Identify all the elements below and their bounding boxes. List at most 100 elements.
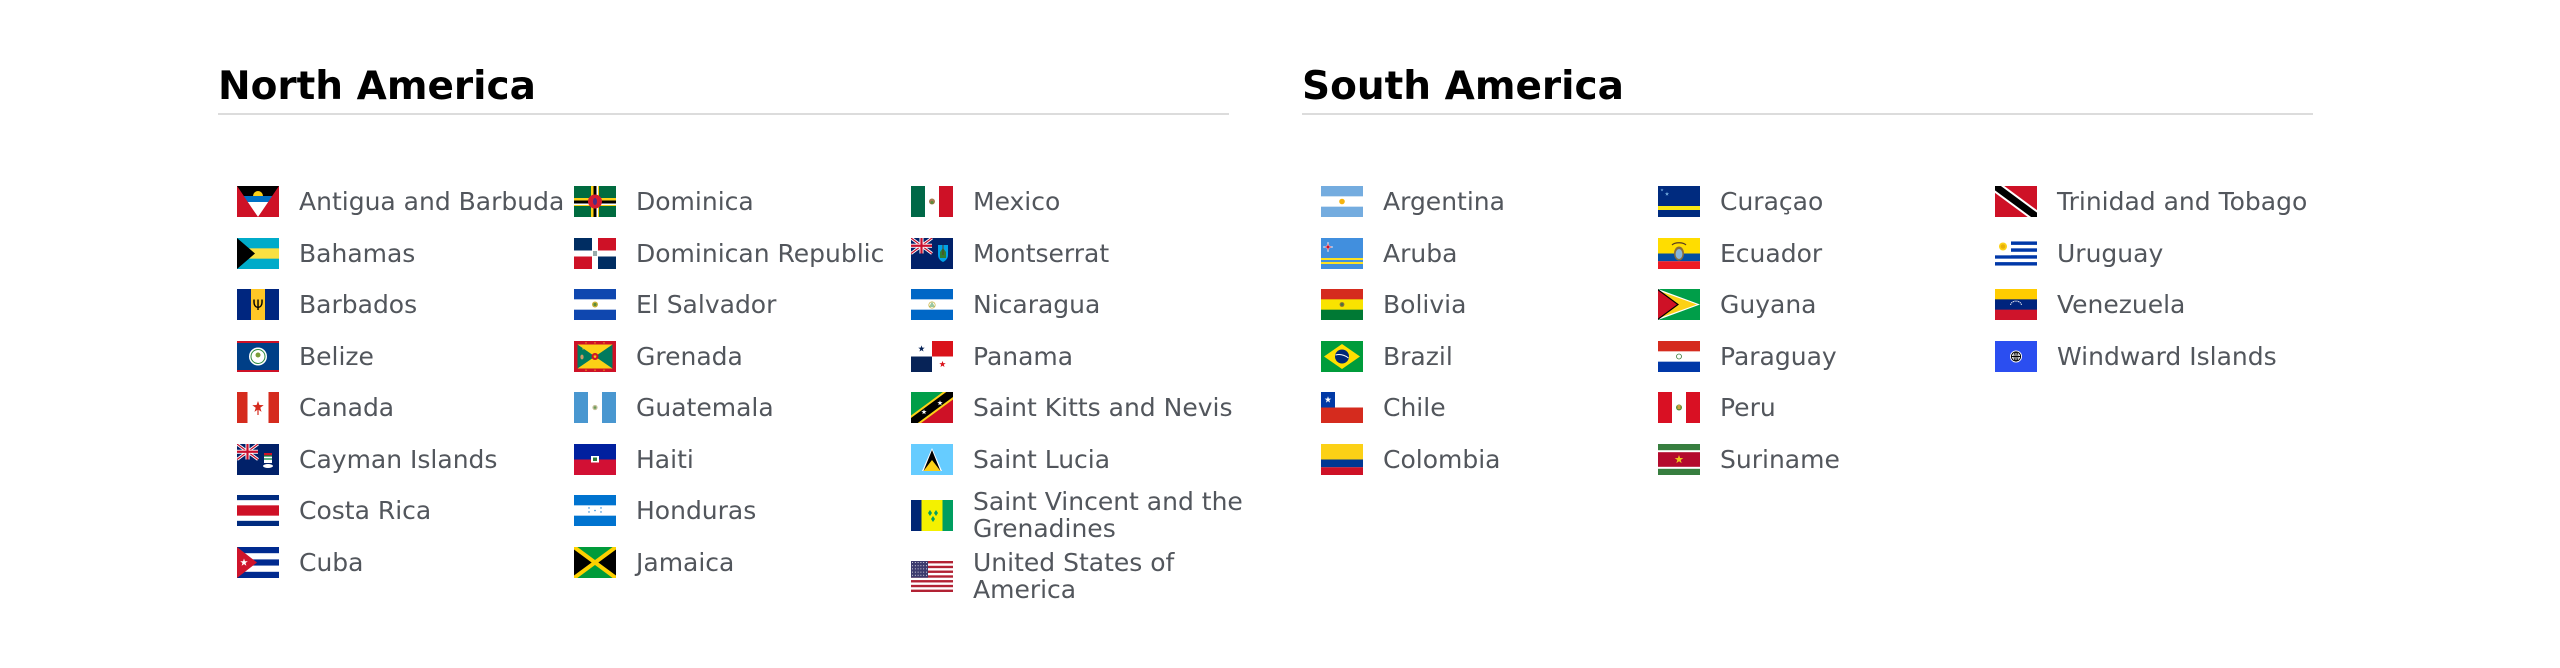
flag-jamaica-icon	[574, 546, 616, 578]
country-columns: Antigua and Barbuda Bahamas Ψ Barbados Beliz…	[237, 176, 1248, 603]
country-item[interactable]: Saint Lucia	[911, 434, 1248, 486]
country-item[interactable]: Cuba	[237, 537, 574, 589]
country-item[interactable]: Ecuador	[1658, 228, 1995, 280]
country-name: Curaçao	[1720, 187, 1824, 217]
country-name: Nicaragua	[973, 290, 1101, 320]
flag-dominican-republic-icon	[574, 237, 616, 269]
country-name: Trinidad and Tobago	[2057, 187, 2308, 217]
country-name: Saint Vincent and the Grenadines	[973, 487, 1243, 543]
country-item[interactable]: Paraguay	[1658, 331, 1995, 383]
flag-paraguay-icon	[1658, 340, 1700, 372]
country-item[interactable]: Mexico	[911, 176, 1248, 228]
country-name: El Salvador	[636, 290, 777, 320]
country-name: Dominica	[636, 187, 754, 217]
country-name: Chile	[1383, 393, 1446, 423]
flag-saint-kitts-and-nevis-icon	[911, 392, 953, 424]
flag-suriname-icon	[1658, 443, 1700, 475]
country-item[interactable]: Suriname	[1658, 434, 1995, 486]
country-name: Bolivia	[1383, 290, 1467, 320]
country-item[interactable]: Colombia	[1321, 434, 1658, 486]
country-item[interactable]: Guyana	[1658, 279, 1995, 331]
flag-aruba-icon	[1321, 237, 1363, 269]
flag-honduras-icon	[574, 495, 616, 527]
flag-antigua-and-barbuda-icon	[237, 186, 279, 218]
flag-haiti-icon	[574, 443, 616, 475]
country-item[interactable]: Ψ Barbados	[237, 279, 574, 331]
country-name: Windward Islands	[2057, 341, 2277, 371]
flag-guatemala-icon	[574, 392, 616, 424]
flag-bahamas-icon	[237, 237, 279, 269]
country-name: Saint Lucia	[973, 444, 1111, 474]
flag-uruguay-icon	[1995, 237, 2037, 269]
flag-colombia-icon	[1321, 443, 1363, 475]
flag-nicaragua-icon	[911, 289, 953, 321]
country-item[interactable]: Haiti	[574, 434, 911, 486]
country-name: Venezuela	[2057, 290, 2186, 320]
country-item[interactable]: Brazil	[1321, 331, 1658, 383]
flag-chile-icon	[1321, 392, 1363, 424]
country-item[interactable]: Honduras	[574, 485, 911, 537]
country-item[interactable]: Panama	[911, 331, 1248, 383]
country-item[interactable]: Jamaica	[574, 537, 911, 589]
country-item[interactable]: Belize	[237, 331, 574, 383]
country-name: Montserrat	[973, 238, 1110, 268]
country-name: Peru	[1720, 393, 1776, 423]
country-item[interactable]: Chile	[1321, 382, 1658, 434]
flag-panama-icon	[911, 340, 953, 372]
country-item[interactable]: United States of America	[911, 549, 1248, 603]
flag-guyana-icon	[1658, 289, 1700, 321]
country-item[interactable]: Peru	[1658, 382, 1995, 434]
country-item[interactable]: Costa Rica	[237, 485, 574, 537]
flag-grenada-icon	[574, 340, 616, 372]
country-item[interactable]: Saint Vincent and the Grenadines	[911, 485, 1248, 545]
country-item[interactable]: El Salvador	[574, 279, 911, 331]
section-title: South America	[1302, 64, 1624, 109]
country-name: Barbados	[299, 290, 418, 320]
country-column: Dominica Dominican Republic El Salvador Gre…	[574, 176, 911, 603]
country-item[interactable]: Curaçao	[1658, 176, 1995, 228]
flag-curacao-icon	[1658, 186, 1700, 218]
country-item[interactable]: Dominican Republic	[574, 228, 911, 280]
flag-venezuela-icon	[1995, 289, 2037, 321]
country-name: Panama	[973, 341, 1074, 371]
country-item[interactable]: Montserrat	[911, 228, 1248, 280]
country-name: Canada	[299, 393, 395, 423]
section-divider	[1302, 113, 2313, 115]
country-item[interactable]: Aruba	[1321, 228, 1658, 280]
country-item[interactable]: Cayman Islands	[237, 434, 574, 486]
country-name: Bahamas	[299, 238, 416, 268]
flag-el-salvador-icon	[574, 289, 616, 321]
country-item[interactable]: Saint Kitts and Nevis	[911, 382, 1248, 434]
country-item[interactable]: Canada	[237, 382, 574, 434]
country-item[interactable]: Guatemala	[574, 382, 911, 434]
country-name: Costa Rica	[299, 496, 432, 526]
country-name: United States of America	[973, 548, 1175, 604]
country-item[interactable]: Antigua and Barbuda	[237, 176, 574, 228]
country-item[interactable]: Uruguay	[1995, 228, 2332, 280]
flag-canada-icon	[237, 392, 279, 424]
country-item[interactable]: Trinidad and Tobago	[1995, 176, 2332, 228]
flag-argentina-icon	[1321, 186, 1363, 218]
flag-cayman-islands-icon	[237, 443, 279, 475]
country-name: Guatemala	[636, 393, 774, 423]
country-item[interactable]: Grenada	[574, 331, 911, 383]
country-name: Suriname	[1720, 444, 1840, 474]
country-name: Ecuador	[1720, 238, 1823, 268]
country-item[interactable]: Bolivia	[1321, 279, 1658, 331]
country-item[interactable]: Windward Islands	[1995, 331, 2332, 383]
country-column: Argentina Aruba Bolivia Brazil Chile Colombia	[1321, 176, 1658, 485]
country-name: Saint Kitts and Nevis	[973, 393, 1233, 423]
country-item[interactable]: Argentina	[1321, 176, 1658, 228]
country-item[interactable]: Bahamas	[237, 228, 574, 280]
flag-trinidad-and-tobago-icon	[1995, 186, 2037, 218]
flag-belize-icon	[237, 340, 279, 372]
country-name: Brazil	[1383, 341, 1453, 371]
country-item[interactable]: Dominica	[574, 176, 911, 228]
country-item[interactable]: Nicaragua	[911, 279, 1248, 331]
flag-brazil-icon	[1321, 340, 1363, 372]
country-name: Jamaica	[636, 547, 735, 577]
country-column: Mexico Montserrat Nicaragua Panama Saint Kit…	[911, 176, 1248, 603]
country-name: Colombia	[1383, 444, 1501, 474]
section-title: North America	[218, 64, 536, 109]
country-item[interactable]: Venezuela	[1995, 279, 2332, 331]
